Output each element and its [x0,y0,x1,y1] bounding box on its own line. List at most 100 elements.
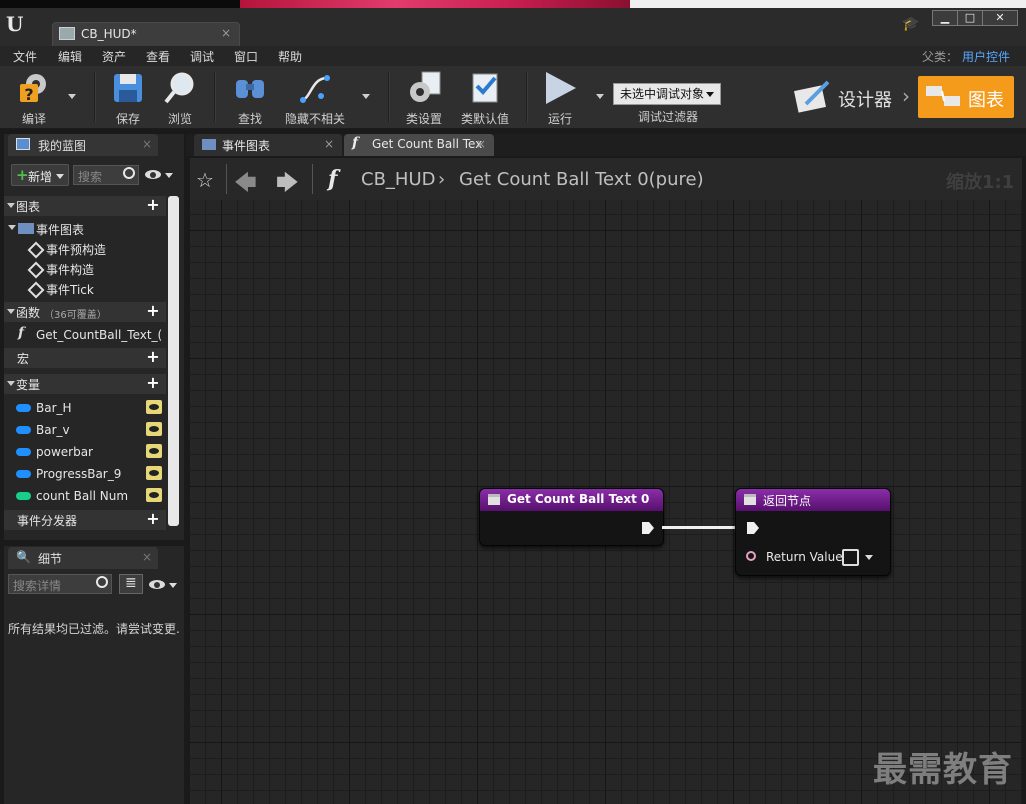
exec-wire [662,526,736,529]
details-view-options-button[interactable] [149,576,179,592]
my-blueprint-tab-label: 我的蓝图 [38,139,87,153]
expand-arrow-icon [8,225,16,230]
back-arrow-icon[interactable]: 🡄 [234,166,257,204]
exec-out-pin-icon[interactable] [641,521,655,535]
close-window-button[interactable]: ✕ [982,10,1018,26]
return-value-input[interactable] [842,549,859,566]
hide-unrelated-dropdown[interactable] [362,94,370,99]
menu-asset[interactable]: 资产 [102,48,126,65]
debug-object-select[interactable]: 未选中调试对象 [613,83,721,105]
menu-view[interactable]: 查看 [146,48,170,65]
event-graph-icon [18,223,34,234]
blueprint-scrollbar[interactable] [168,196,179,526]
view-options-button[interactable] [145,166,175,182]
favorite-star-icon[interactable]: ☆ [196,168,214,192]
add-macro-button[interactable]: + [145,349,161,365]
close-tab-icon[interactable]: × [142,550,152,564]
visibility-eye-icon[interactable] [146,466,162,480]
add-graph-button[interactable]: + [145,197,161,213]
section-macros[interactable]: 宏 + [4,348,166,368]
details-tab[interactable]: 🔍 细节 × [8,547,158,569]
maximize-button[interactable]: □ [957,10,983,26]
eye-pupil [154,582,160,588]
toolbar-separator [526,72,528,122]
class-defaults-button[interactable]: 类默认值 [456,66,514,128]
graph-mode-button[interactable]: 图表 [918,76,1014,118]
close-tab-icon[interactable]: × [142,137,152,151]
menu-debug[interactable]: 调试 [190,48,214,65]
section-functions-label: 函数 [16,306,41,320]
visibility-eye-icon[interactable] [146,444,162,458]
add-function-button[interactable]: + [145,303,161,319]
section-functions[interactable]: 函数 （36可覆盖） + [4,302,166,322]
designer-mode-button[interactable]: 设计器 [792,76,898,118]
section-variables-label: 变量 [16,378,41,392]
breadcrumb-root[interactable]: CB_HUD [361,169,436,190]
header-separator [312,164,313,194]
close-tab-icon[interactable]: × [324,137,334,151]
close-tab-icon[interactable]: × [221,26,231,40]
variable-type-icon [16,492,31,500]
variable-type-icon [16,448,31,456]
run-options-dropdown[interactable] [596,94,604,99]
graph-mode-label: 图表 [968,90,1004,111]
function-entry-node[interactable]: Get Count Ball Text 0 [479,488,664,546]
section-graphs[interactable]: 图表 + [4,196,166,216]
document-tab[interactable]: CB_HUD* × [52,22,240,46]
my-blueprint-tab[interactable]: 我的蓝图 × [8,134,158,156]
browse-button[interactable]: 浏览 [156,66,204,128]
menu-window[interactable]: 窗口 [234,48,258,65]
tab-event-graph[interactable]: 事件图表 × [194,134,342,156]
visibility-eye-icon[interactable] [146,400,162,414]
run-button[interactable]: 运行 [536,66,584,128]
add-new-button[interactable]: + 新增 [11,164,69,186]
add-dispatcher-button[interactable]: + [145,511,161,527]
visibility-eye-icon[interactable] [146,422,162,436]
node-header: Get Count Ball Text 0 [480,489,663,511]
class-settings-button[interactable]: 类设置 [400,66,448,128]
graph-canvas[interactable] [190,158,1022,804]
menu-edit[interactable]: 编辑 [58,48,82,65]
menu-file[interactable]: 文件 [13,48,37,65]
variable-item[interactable]: ProgressBar_9 [4,464,166,484]
variable-type-icon [16,470,31,478]
hide-unrelated-button[interactable]: 隐藏不相关 [280,66,350,128]
variable-item[interactable]: Bar_H [4,398,166,418]
details-empty-message: 所有结果均已过滤。请尝试变更. [8,622,180,636]
find-button[interactable]: 查找 [226,66,274,128]
exec-in-pin-icon[interactable] [746,521,760,535]
variable-item[interactable]: Bar_v [4,420,166,440]
section-macros-label: 宏 [17,352,30,366]
zoom-level: 缩放1:1 [946,172,1015,193]
compile-options-dropdown[interactable] [68,94,76,99]
minimize-button[interactable]: ▁ [932,10,958,26]
variable-label: count Ball Num [36,489,129,503]
section-variables[interactable]: 变量 + [4,374,166,394]
chevron-down-icon[interactable] [865,555,873,560]
tab-event-graph-label: 事件图表 [222,139,271,153]
tab-function-graph[interactable]: f Get Count Ball Tex × [344,134,494,156]
visibility-eye-icon[interactable] [146,488,162,502]
parent-class-link[interactable]: 用户控件 [962,48,1010,65]
variable-type-icon [16,404,31,412]
add-variable-button[interactable]: + [145,375,161,391]
chevron-down-icon [56,174,64,179]
learn-icon[interactable]: 🎓 [902,16,920,32]
forward-arrow-icon[interactable]: 🡆 [276,166,299,204]
magnifier-icon [164,72,194,104]
plus-icon: + [16,166,29,184]
event-graph-label: 事件图表 [36,223,85,237]
menu-help[interactable]: 帮助 [278,48,302,65]
blueprint-search-input[interactable]: 搜索 [73,165,139,185]
return-value-pin-icon[interactable] [746,551,756,561]
tab-function-graph-label: Get Count Ball Tex [372,137,483,151]
variable-item[interactable]: powerbar [4,442,166,462]
variable-item[interactable]: count Ball Num [4,486,166,506]
property-matrix-button[interactable] [119,574,143,594]
compile-button[interactable]: ? 编译 [6,66,62,128]
save-button[interactable]: 保存 [104,66,152,128]
variable-label: powerbar [36,445,93,459]
close-tab-icon[interactable]: × [476,137,486,151]
details-search-input[interactable]: 搜索详情 [8,574,112,594]
section-event-dispatchers[interactable]: 事件分发器 + [4,510,166,530]
